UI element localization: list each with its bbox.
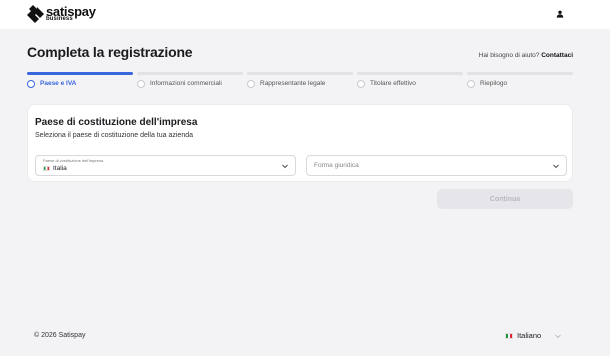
step-label: Rappresentante legale	[260, 80, 326, 87]
step-label: Riepilogo	[480, 80, 508, 87]
step-informazioni-commerciali[interactable]: Informazioni commerciali	[137, 72, 243, 92]
brand-sub: business	[46, 16, 73, 22]
card-title: Paese di costituzione dell'impresa	[35, 117, 198, 128]
step-circle-icon	[27, 80, 35, 88]
legal-form-placeholder: Forma giuridica	[314, 162, 359, 169]
chevron-down-icon	[553, 164, 559, 169]
language-label: Italiano	[517, 331, 542, 340]
country-select-label: Paese di costituzione dell'impresa	[43, 158, 104, 163]
step-riepilogo[interactable]: Riepilogo	[467, 72, 573, 92]
top-bar: satispay business	[0, 0, 610, 29]
satispay-logo-mark-icon	[27, 5, 44, 23]
country-card: Paese di costituzione dell'impresa Selez…	[27, 104, 573, 182]
step-progress-bar	[27, 72, 133, 75]
satispay-logo[interactable]: satispay business	[27, 4, 99, 23]
chevron-down-icon	[282, 164, 288, 169]
step-paese-e-iva[interactable]: Paese e IVA	[27, 72, 133, 92]
step-progress-bar	[247, 72, 353, 75]
registration-stepper: Paese e IVA Informazioni commerciali Rap…	[27, 72, 573, 92]
step-circle-icon	[137, 80, 145, 88]
user-icon	[556, 10, 564, 18]
footer-copyright: © 2026 Satispay	[34, 332, 86, 339]
continue-button[interactable]: Continua	[437, 189, 573, 209]
language-selector[interactable]: Italiano	[505, 331, 562, 340]
country-value-text: Italia	[53, 165, 67, 172]
step-label: Titolare effettivo	[370, 80, 416, 87]
page-title: Completa la registrazione	[27, 44, 193, 60]
chevron-down-icon	[555, 334, 562, 338]
step-label: Paese e IVA	[40, 80, 77, 87]
country-select-value: Italia	[43, 165, 67, 172]
step-label: Informazioni commerciali	[150, 80, 222, 87]
italy-flag-icon	[505, 332, 513, 339]
help-text: Hai bisogno di aiuto? Contattaci	[479, 52, 573, 59]
step-progress-bar	[357, 72, 463, 75]
step-circle-icon	[247, 80, 255, 88]
help-question: Hai bisogno di aiuto?	[478, 52, 540, 59]
legal-form-select[interactable]: Forma giuridica	[306, 155, 567, 176]
contact-link[interactable]: Contattaci	[541, 52, 573, 59]
italy-flag-icon	[43, 166, 50, 171]
card-subtitle: Seleziona il paese di costituzione della…	[35, 132, 193, 139]
step-titolare-effettivo[interactable]: Titolare effettivo	[357, 72, 463, 92]
country-select[interactable]: Paese di costituzione dell'impresa Itali…	[35, 155, 296, 176]
step-circle-icon	[467, 80, 475, 88]
step-circle-icon	[357, 80, 365, 88]
step-progress-bar	[137, 72, 243, 75]
user-menu-button[interactable]	[553, 7, 567, 21]
step-rappresentante-legale[interactable]: Rappresentante legale	[247, 72, 353, 92]
step-progress-bar	[467, 72, 573, 75]
